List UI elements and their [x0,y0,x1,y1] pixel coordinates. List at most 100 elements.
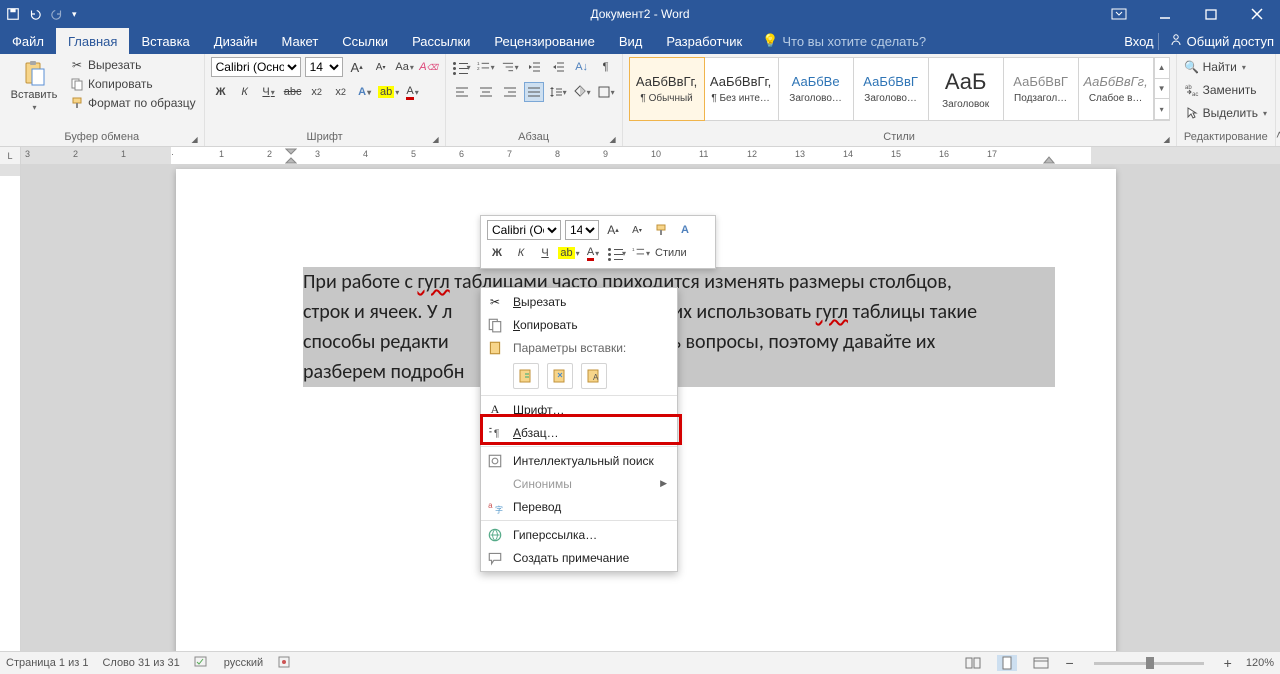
decrease-indent-button[interactable] [524,57,544,77]
tell-me[interactable]: 💡Что вы хотите сделать? [754,28,934,54]
collapse-ribbon-icon[interactable]: ˄ [1276,128,1280,142]
font-name-select[interactable]: Calibri (Осно [211,57,301,77]
bullets-button[interactable]: ▾ [452,57,472,77]
paste-button[interactable]: Вставить▾ [6,57,62,114]
mini-font-select[interactable]: Calibri (Осн [487,220,561,240]
mini-underline[interactable]: Ч [535,243,555,263]
align-left-button[interactable] [452,82,472,102]
tab-mailings[interactable]: Рассылки [400,28,482,54]
tab-file[interactable]: Файл [0,28,56,54]
read-mode-button[interactable] [963,655,983,671]
ctx-smart-lookup[interactable]: Интеллектуальный поиск [481,449,677,472]
tab-design[interactable]: Дизайн [202,28,270,54]
print-layout-button[interactable] [997,655,1017,671]
font-launcher[interactable]: ◢ [432,135,438,144]
tab-insert[interactable]: Вставка [129,28,201,54]
mini-clear-format[interactable]: A [675,220,695,240]
styles-up-icon[interactable]: ▲ [1155,58,1169,79]
increase-indent-button[interactable] [548,57,568,77]
style-emphasis[interactable]: АаБбВвГг,Слабое в… [1079,58,1154,120]
font-size-select[interactable]: 14 [305,57,343,77]
web-layout-button[interactable] [1031,655,1051,671]
ctx-cut[interactable]: ✂ВВырезатьырезать [481,290,677,313]
sort-button[interactable]: A↓ [572,57,592,77]
style-nospacing[interactable]: АаБбВвГг,¶ Без инте… [704,58,779,120]
align-right-button[interactable] [500,82,520,102]
mini-styles[interactable]: Стили [655,247,687,259]
shrink-font-button[interactable]: A▾ [371,57,391,77]
right-indent-icon[interactable] [1043,156,1055,164]
paste-merge[interactable] [547,363,573,389]
zoom-slider[interactable] [1094,662,1204,665]
signin-button[interactable]: Вход [1124,34,1153,49]
zoom-level[interactable]: 120% [1246,657,1274,669]
styles-more-icon[interactable]: ▾ [1155,99,1169,120]
styles-down-icon[interactable]: ▼ [1155,79,1169,100]
underline-button[interactable]: Ч▾ [259,82,279,102]
borders-button[interactable]: ▾ [596,82,616,102]
tab-layout[interactable]: Макет [269,28,330,54]
highlight-button[interactable]: ab▾ [379,82,399,102]
zoom-in-button[interactable]: + [1224,655,1232,671]
ctx-comment[interactable]: Создать примечание [481,546,677,569]
paste-text-only[interactable]: A [581,363,607,389]
vertical-ruler[interactable] [0,164,21,652]
status-page[interactable]: Страница 1 из 1 [6,657,88,669]
indent-marker-icon[interactable] [285,148,297,164]
clear-format-button[interactable]: A⌫ [419,57,439,77]
strike-button[interactable]: abc [283,82,303,102]
numbering-button[interactable]: 12▾ [476,57,496,77]
bold-button[interactable]: Ж [211,82,231,102]
maximize-icon[interactable] [1188,0,1234,28]
ctx-synonyms[interactable]: Синонимы▶ [481,472,677,495]
clipboard-launcher[interactable]: ◢ [191,135,197,144]
justify-button[interactable] [524,82,544,102]
share-button[interactable]: Общий доступ [1158,33,1274,50]
ctx-font[interactable]: AШрифт… [481,398,677,421]
subscript-button[interactable]: x2 [307,82,327,102]
spellcheck-icon[interactable] [194,655,210,672]
minimize-icon[interactable] [1142,0,1188,28]
mini-shrink-font[interactable]: A▾ [627,220,647,240]
cut-button[interactable]: ✂Вырезать [68,57,198,73]
line-spacing-button[interactable]: ▾ [548,82,568,102]
mini-font-color[interactable]: A▾ [583,243,603,263]
zoom-out-button[interactable]: − [1065,655,1073,671]
style-subtitle[interactable]: АаБбВвГПодзагол… [1004,58,1079,120]
tab-developer[interactable]: Разработчик [654,28,754,54]
tab-home[interactable]: Главная [56,28,129,54]
font-color-button[interactable]: A▾ [403,82,423,102]
mini-bold[interactable]: Ж [487,243,507,263]
paste-keep-source[interactable] [513,363,539,389]
status-words[interactable]: Слово 31 из 31 [102,657,179,669]
macro-icon[interactable] [277,655,291,672]
show-marks-button[interactable]: ¶ [596,57,616,77]
selected-text[interactable]: При работе с гугл таблицами часто приход… [303,267,1055,387]
tab-references[interactable]: Ссылки [330,28,400,54]
ctx-translate[interactable]: a字Перевод [481,495,677,518]
ctx-copy[interactable]: Копировать [481,313,677,336]
mini-size-select[interactable]: 14 [565,220,599,240]
mini-bullets[interactable]: ▾ [607,243,627,263]
change-case-button[interactable]: Aa▾ [395,57,415,77]
ctx-hyperlink[interactable]: Гиперссылка… [481,523,677,546]
style-title[interactable]: АаБЗаголовок [929,58,1004,120]
ribbon-options-icon[interactable] [1096,0,1142,28]
ruler-corner[interactable]: L [0,147,21,165]
mini-grow-font[interactable]: A▴ [603,220,623,240]
mini-highlight[interactable]: ab▾ [559,243,579,263]
superscript-button[interactable]: x2 [331,82,351,102]
styles-launcher[interactable]: ◢ [1163,135,1169,144]
ctx-paragraph[interactable]: ¶Абзац… [481,421,677,444]
align-center-button[interactable] [476,82,496,102]
mini-numbering[interactable]: 1▾ [631,243,651,263]
styles-gallery[interactable]: АаБбВвГг,¶ Обычный АаБбВвГг,¶ Без инте… … [629,57,1170,121]
mini-format-painter[interactable] [651,220,671,240]
format-painter-button[interactable]: Формат по образцу [68,95,198,111]
copy-button[interactable]: Копировать [68,76,198,92]
style-heading2[interactable]: АаБбВвГЗаголово… [854,58,929,120]
replace-button[interactable]: abacЗаменить [1183,80,1259,100]
italic-button[interactable]: К [235,82,255,102]
paragraph-launcher[interactable]: ◢ [609,135,615,144]
mini-italic[interactable]: К [511,243,531,263]
